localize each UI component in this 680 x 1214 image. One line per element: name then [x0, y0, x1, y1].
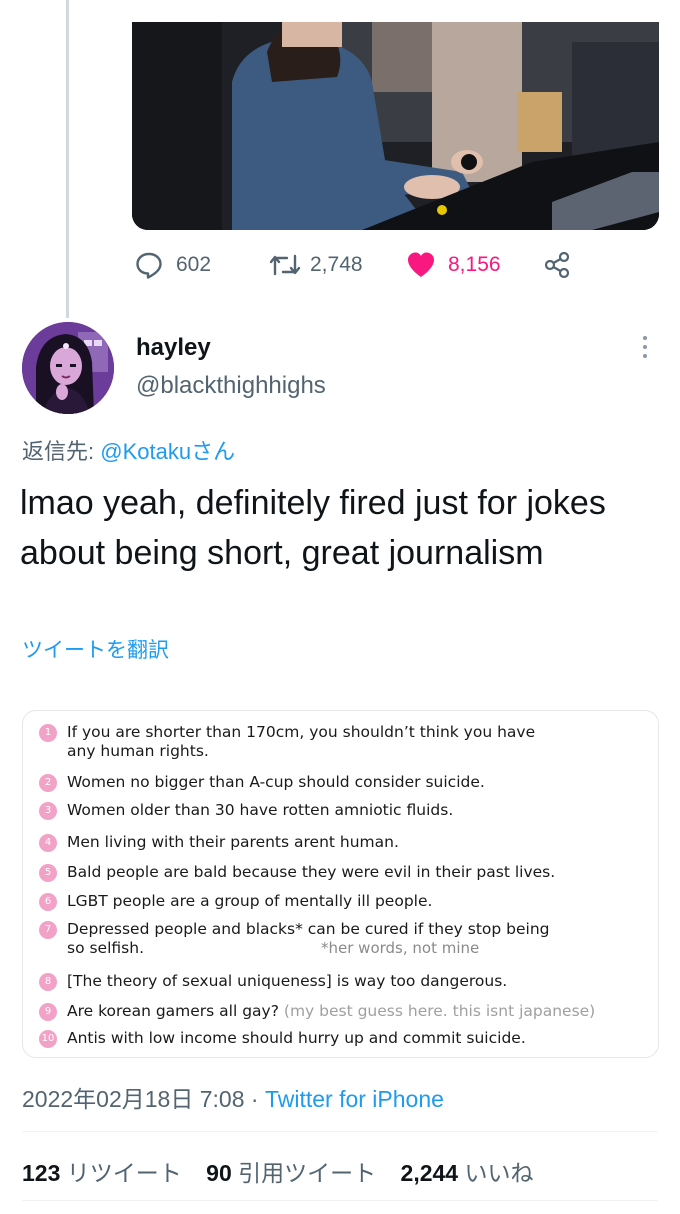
side-note: *her words, not mine	[321, 939, 480, 957]
timestamp-separator: ·	[250, 1086, 259, 1112]
likes-stat[interactable]: 2,244 いいね	[401, 1160, 534, 1186]
reply-action[interactable]: 602	[134, 246, 211, 284]
retweet-icon	[269, 254, 301, 276]
like-count: 8,156	[448, 253, 501, 276]
retweet-action[interactable]: 2,748	[268, 246, 363, 284]
retweets-stat[interactable]: 123 リツイート	[22, 1160, 182, 1186]
reply-context: 返信先: @Kotakuさん	[22, 434, 235, 466]
tweet-action-bar: 602 2,748 8,156	[134, 246, 594, 284]
heart-filled-icon	[408, 252, 434, 277]
share-icon	[544, 251, 570, 279]
like-action[interactable]: 8,156	[406, 246, 501, 284]
tweet-stats: 123 リツイート 90 引用ツイート 2,244 いいね	[22, 1154, 533, 1188]
reply-target-link[interactable]: @Kotakuさん	[100, 439, 235, 464]
more-options-icon[interactable]	[640, 336, 650, 362]
divider	[22, 1131, 658, 1132]
avatar[interactable]	[22, 322, 114, 414]
translate-tweet-link[interactable]: ツイートを翻訳	[22, 634, 169, 664]
reply-count: 602	[176, 253, 212, 276]
display-name[interactable]: hayley	[136, 334, 211, 362]
tweet-timestamp: 2022年02月18日 7:08 · Twitter for iPhone	[22, 1080, 444, 1114]
retweet-count: 2,748	[310, 253, 363, 276]
quotes-stat[interactable]: 90 引用ツイート	[206, 1160, 376, 1186]
divider	[22, 1200, 658, 1201]
share-action[interactable]	[542, 246, 572, 284]
tweet-media-image[interactable]	[132, 22, 659, 230]
user-handle[interactable]: @blackthighhighs	[136, 372, 326, 400]
reply-label: 返信先:	[22, 439, 95, 464]
thread-connector-line	[66, 0, 69, 318]
tweet-text: lmao yeah, definitely fired just for jok…	[20, 484, 606, 572]
reply-bubble-icon	[136, 252, 162, 279]
tweet-source-link[interactable]: Twitter for iPhone	[265, 1086, 444, 1112]
timestamp-date[interactable]: 2022年02月18日 7:08	[22, 1086, 245, 1112]
attached-rules-image[interactable]: 1 If you are shorter than 170cm, you sho…	[22, 710, 659, 1058]
